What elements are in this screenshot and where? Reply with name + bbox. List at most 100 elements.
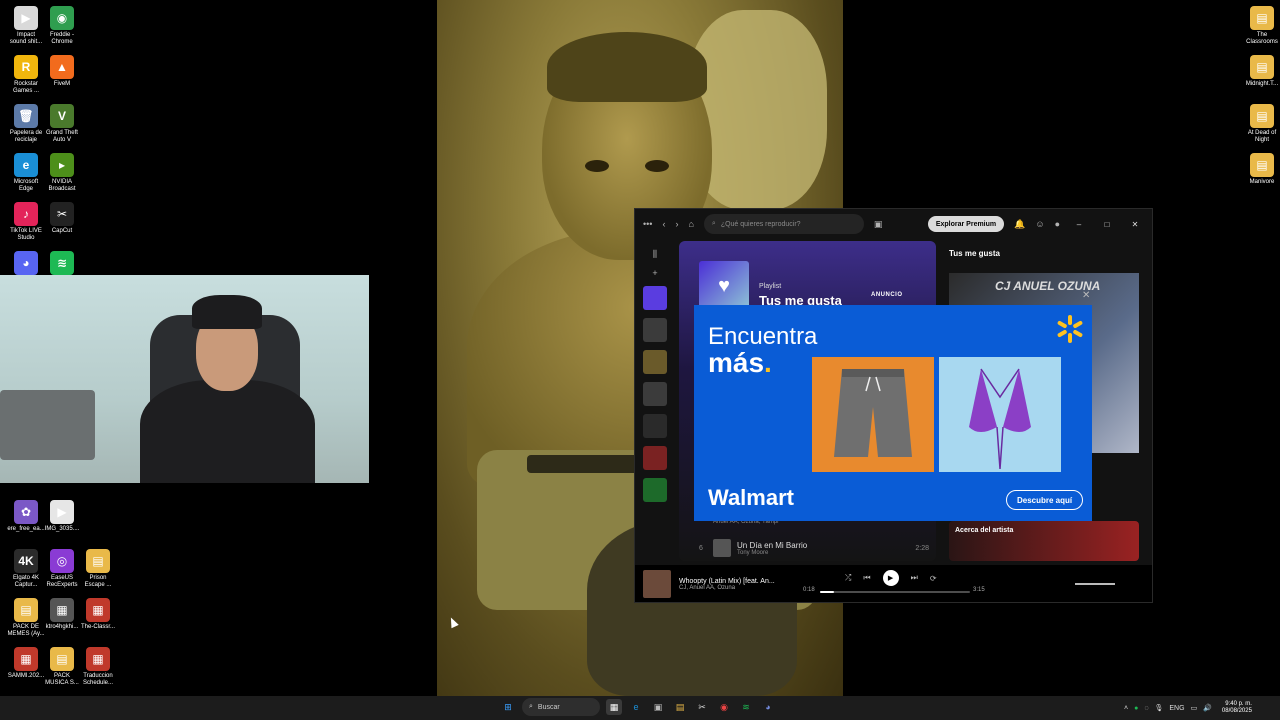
library-item[interactable]: [643, 350, 667, 374]
ad-cta-button[interactable]: Descubre aquí: [1006, 490, 1084, 510]
ad-close-icon[interactable]: ✕: [1082, 290, 1090, 301]
img3035-icon: ▶: [50, 500, 74, 524]
language-indicator[interactable]: ENG: [1169, 705, 1184, 712]
desktop-icon-gta[interactable]: V Grand Theft Auto V: [42, 104, 82, 144]
progress-bar[interactable]: [820, 591, 970, 593]
friends-icon[interactable]: ☺: [1035, 219, 1044, 229]
walmart-ad[interactable]: Encuentra más. Walmart Descubre aquí: [694, 305, 1092, 521]
taskbar-search-label: Buscar: [537, 703, 560, 711]
clock-time: 9:40 p. m.: [1225, 701, 1252, 707]
avatar[interactable]: ●: [1055, 219, 1060, 229]
library-item[interactable]: [643, 446, 667, 470]
search-input[interactable]: ⌕ ¿Qué quieres reproducir?: [703, 214, 864, 234]
library-icon[interactable]: ⫼: [653, 249, 657, 260]
desktop-icon-label: Prison Escape ...: [84, 575, 112, 588]
clock-date: 08/08/2025: [1221, 708, 1252, 714]
desktop-icon-fivem[interactable]: ▲ FiveM: [42, 55, 82, 88]
capcut-icon[interactable]: ✂: [694, 699, 710, 715]
minimize-icon[interactable]: –: [1070, 220, 1088, 229]
store-icon[interactable]: ▣: [650, 699, 666, 715]
desktop-icon-rockstar[interactable]: R Rockstar Games ...: [6, 55, 46, 95]
desktop-icon-label: Midnight.T...: [1245, 81, 1279, 87]
close-icon[interactable]: ✕: [1126, 220, 1144, 229]
packmusica-icon: ▤: [50, 647, 74, 671]
manivore-icon: ▤: [1250, 153, 1274, 177]
desktop-icon-traduccion[interactable]: ▦ Traduccion Schedule...: [78, 647, 118, 687]
elapsed-time: 0:18: [803, 587, 815, 593]
taskbar-center: ⊞ ⌕ Buscar ▦ e ▣ ▤ ✂ ◉ ≋ ◕: [500, 698, 776, 716]
spotify-icon: ≋: [50, 251, 74, 275]
explore-premium-button[interactable]: Explorar Premium: [927, 216, 1005, 232]
traduccion-icon: ▦: [86, 647, 110, 671]
repeat-icon[interactable]: ⟳: [930, 574, 937, 583]
desktop-icon-label: Manivore: [1249, 179, 1275, 185]
capcut-icon: ✂: [50, 202, 74, 226]
previous-icon[interactable]: ⏮: [863, 573, 870, 583]
desktop-icon-freddie[interactable]: ◉ Freddie - Chrome: [42, 6, 82, 46]
library-item[interactable]: [643, 286, 667, 310]
photo-hair: [547, 32, 707, 102]
desktop-icon-label: IMG_3035....: [44, 526, 80, 532]
rockstar-icon: R: [14, 55, 38, 79]
desktop-icon-label: Freddie - Chrome: [49, 32, 74, 45]
desktop-icon-label: The-Classr...: [80, 624, 115, 630]
desktop-icon-packmemes[interactable]: ▤ PACK DE MEMES (Ay...: [6, 598, 46, 638]
desktop-icon-img3035[interactable]: ▶ IMG_3035....: [42, 500, 82, 533]
taskbar-search[interactable]: ⌕ Buscar: [522, 698, 600, 716]
add-icon[interactable]: +: [652, 268, 657, 278]
track-row[interactable]: 6 Un Día en Mi Barrio Tony Moore 2:28: [699, 539, 929, 557]
photo-eye: [645, 160, 669, 172]
desktop-icon-manivore[interactable]: ▤ Manivore: [1242, 153, 1280, 186]
desktop-icon-classr[interactable]: ▦ The-Classr...: [78, 598, 118, 631]
desktop-icon-midnight[interactable]: ▤ Midnight.T...: [1242, 55, 1280, 88]
library-item[interactable]: [643, 414, 667, 438]
tiktok-icon: ♪: [14, 202, 38, 226]
chrome-icon[interactable]: ◉: [716, 699, 732, 715]
desktop-icon-tiktok[interactable]: ♪ TikTok LIVE Studio: [6, 202, 46, 242]
browse-icon[interactable]: ▣: [874, 219, 883, 230]
shuffle-icon[interactable]: ⤮: [845, 573, 851, 583]
now-playing-title[interactable]: Whoopty (Latin Mix) [feat. An...: [679, 578, 799, 585]
desktop-icon-spotify[interactable]: ≋: [42, 251, 82, 277]
windows-start-icon[interactable]: ⊞: [500, 699, 516, 715]
volume-icon[interactable]: 🔊: [1203, 704, 1212, 712]
spotify-tray-icon[interactable]: ●: [1134, 705, 1138, 712]
library-item[interactable]: [643, 382, 667, 406]
desktop-icon-deadnight[interactable]: ▤ At Dead of Night: [1242, 104, 1280, 144]
ad-product-shorts: [812, 357, 934, 472]
chevron-up-icon[interactable]: ˄: [1124, 705, 1128, 712]
about-artist-card[interactable]: Acerca del artista: [949, 521, 1139, 561]
desktop-icon-prison[interactable]: ▤ Prison Escape ...: [78, 549, 118, 589]
file-explorer-icon[interactable]: ▤: [672, 699, 688, 715]
mic-icon[interactable]: 🎙: [1155, 704, 1164, 712]
desktop-icon-classrooms[interactable]: ▤ The Classrooms: [1242, 6, 1280, 46]
discord-icon[interactable]: ◕: [760, 699, 776, 715]
now-playing-artist[interactable]: CJ, Anuel AA, Ozuna: [679, 585, 799, 591]
desktop-icon-nvidia[interactable]: ▸ NVIDIA Broadcast: [42, 153, 82, 193]
edge-icon[interactable]: e: [628, 699, 644, 715]
volume-slider[interactable]: [1075, 583, 1115, 585]
edge-icon: e: [14, 153, 38, 177]
tray-app-icon[interactable]: ◌: [1144, 705, 1148, 712]
clock[interactable]: 9:40 p. m. 08/08/2025: [1222, 701, 1252, 715]
desktop: ▶ Impact sound shit... ◉ Freddie - Chrome R R…: [0, 0, 1280, 720]
back-arrow-icon[interactable]: ‹: [662, 219, 665, 229]
home-icon[interactable]: ⌂: [688, 219, 693, 229]
play-button[interactable]: ▶: [882, 570, 899, 586]
spotify-icon[interactable]: ≋: [738, 699, 754, 715]
library-item[interactable]: [643, 318, 667, 342]
bell-icon[interactable]: 🔔: [1014, 219, 1025, 230]
taskbar: ⊞ ⌕ Buscar ▦ e ▣ ▤ ✂ ◉ ≋ ◕ ˄ ● ◌ 🎙 ENG ▭…: [0, 696, 1280, 720]
next-icon[interactable]: ⏭: [911, 573, 918, 583]
now-playing-art[interactable]: [643, 570, 671, 598]
desktop-icon-capcut[interactable]: ✂ CapCut: [42, 202, 82, 235]
classrooms-icon: ▤: [1250, 6, 1274, 30]
search-icon: ⌕: [711, 220, 716, 227]
forward-arrow-icon[interactable]: ›: [675, 219, 678, 229]
menu-dots-icon[interactable]: •••: [643, 219, 652, 229]
library-item[interactable]: [643, 478, 667, 502]
network-icon[interactable]: ▭: [1191, 704, 1198, 712]
maximize-icon[interactable]: □: [1098, 220, 1116, 229]
widgets-icon[interactable]: ▦: [606, 699, 622, 715]
desktop-icon-discord[interactable]: ◕: [6, 251, 46, 277]
